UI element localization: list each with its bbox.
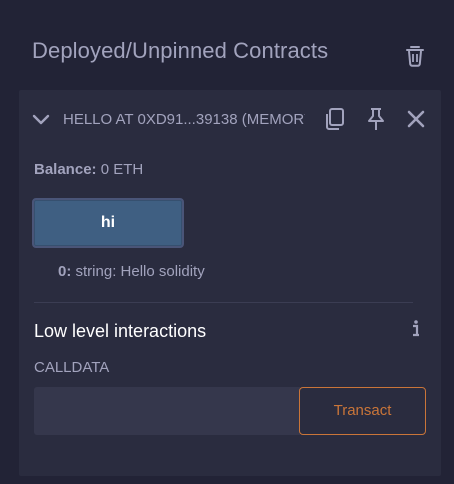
low-level-title: Low level interactions	[34, 321, 207, 341]
deployed-contracts-panel: Deployed/Unpinned Contracts HELLO AT 0XD…	[0, 0, 454, 484]
copy-icon[interactable]	[322, 106, 348, 132]
chevron-down-icon[interactable]	[31, 110, 51, 130]
hi-function-button[interactable]: hi	[32, 198, 184, 248]
function-result: 0: string: Hello solidity	[58, 263, 205, 280]
balance-value: 0 ETH	[100, 161, 144, 178]
calldata-input[interactable]	[34, 387, 300, 435]
contract-header: HELLO AT 0XD91...39138 (MEMORY)	[19, 90, 441, 150]
balance-row: Balance: 0 ETH	[34, 161, 143, 178]
pin-icon[interactable]	[363, 106, 389, 132]
contract-card: HELLO AT 0XD91...39138 (MEMORY) Balance:…	[19, 90, 441, 476]
info-icon[interactable]	[407, 318, 425, 338]
close-icon[interactable]	[403, 106, 429, 132]
section-title: Deployed/Unpinned Contracts	[32, 38, 329, 63]
divider	[34, 302, 413, 303]
transact-button[interactable]: Transact	[299, 387, 426, 435]
calldata-label: CALLDATA	[34, 359, 110, 376]
result-index: 0:	[58, 263, 72, 280]
balance-label: Balance:	[34, 161, 97, 178]
contract-name: HELLO AT 0XD91...39138 (MEMORY)	[63, 111, 305, 128]
result-value: string: Hello solidity	[75, 263, 205, 280]
trash-icon[interactable]	[404, 44, 426, 68]
